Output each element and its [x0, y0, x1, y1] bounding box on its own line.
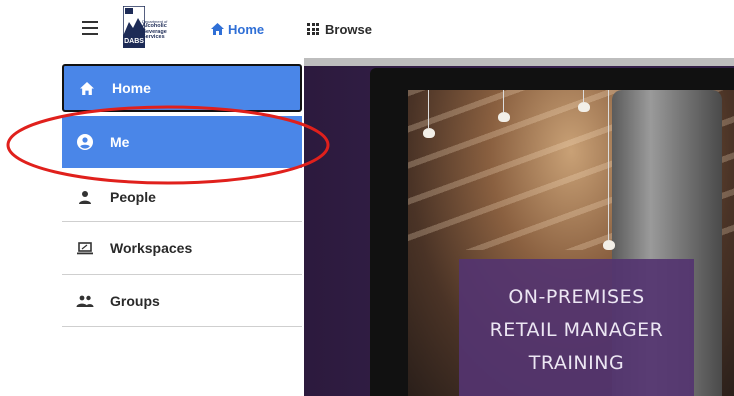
caption-line-2: RETAIL MANAGER	[489, 319, 664, 341]
sidebar-item-label: Me	[110, 134, 130, 150]
home-icon	[78, 79, 96, 97]
top-nav-browse-label: Browse	[325, 21, 372, 37]
sidebar-item-label: Groups	[110, 293, 160, 309]
group-icon	[76, 292, 94, 310]
sidebar-item-home[interactable]: Home	[62, 64, 302, 112]
pendant-lamp-icon	[603, 240, 615, 250]
top-bar: Department of Alcoholic Beverage Service…	[0, 0, 734, 58]
pendant-lamp-icon	[578, 102, 590, 112]
lamp-cord	[503, 90, 504, 112]
logo-wordmark: Department of Alcoholic Beverage Service…	[142, 20, 186, 41]
caption-line-3: TRAINING	[528, 352, 625, 374]
divider	[62, 326, 302, 327]
sidebar-item-me[interactable]: Me	[62, 116, 302, 168]
hero-banner: ON-PREMISES RETAIL MANAGER TRAINING	[304, 58, 734, 396]
logo-badge: DABS	[123, 36, 145, 48]
lamp-cord	[608, 90, 609, 240]
top-nav-browse[interactable]: Browse	[307, 20, 372, 38]
pendant-lamp-icon	[498, 112, 510, 122]
hero-caption: ON-PREMISES RETAIL MANAGER TRAINING	[459, 259, 694, 396]
lamp-cord	[428, 90, 429, 128]
sidebar-item-people[interactable]: People	[62, 171, 302, 223]
dabs-logo[interactable]: Department of Alcoholic Beverage Service…	[123, 6, 185, 49]
person-icon	[76, 188, 94, 206]
lamp-cord	[583, 90, 584, 102]
grid-icon	[307, 23, 319, 35]
laptop-icon	[76, 239, 94, 257]
sidebar-item-label: Home	[112, 80, 151, 96]
hamburger-menu-icon[interactable]	[82, 21, 98, 35]
sidebar-item-groups[interactable]: Groups	[62, 275, 302, 327]
home-icon	[211, 23, 224, 35]
caption-line-1: ON-PREMISES	[508, 286, 645, 308]
sidebar-item-label: People	[110, 189, 156, 205]
hero-top-border	[304, 58, 734, 66]
top-nav-home[interactable]: Home	[211, 20, 264, 38]
logo-line-4: Services	[142, 34, 165, 41]
sidebar-item-workspaces[interactable]: Workspaces	[62, 222, 302, 274]
sidebar-item-label: Workspaces	[110, 240, 193, 256]
pendant-lamp-icon	[423, 128, 435, 138]
sidebar-nav: Home Me People Workspaces Groups	[62, 58, 304, 396]
top-nav-home-label: Home	[228, 21, 265, 37]
account-circle-icon	[76, 133, 94, 151]
